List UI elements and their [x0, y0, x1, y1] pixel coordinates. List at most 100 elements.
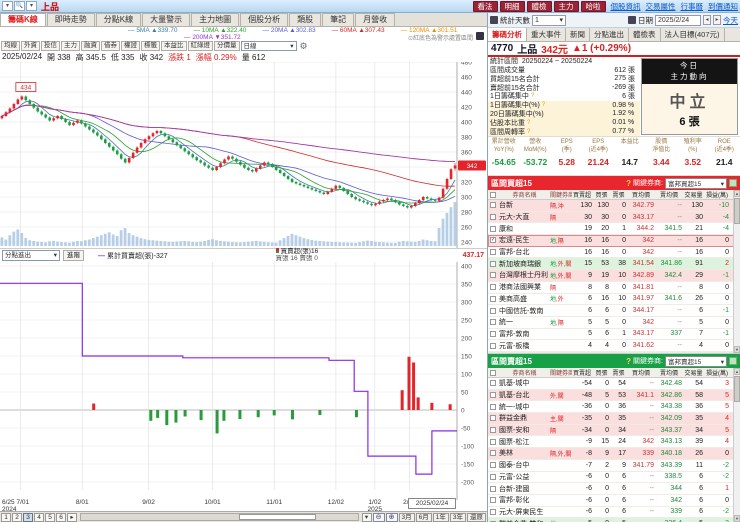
page-button-3[interactable]: 3: [23, 512, 33, 522]
row-checkbox[interactable]: [490, 485, 496, 492]
column-header-關鍵券商[interactable]: 關鍵券商: [550, 368, 572, 377]
column-header-損益(萬)[interactable]: 損益(萬): [705, 368, 731, 377]
topbar-button-明細[interactable]: 明細: [499, 0, 525, 12]
h-scrollbar-thumb[interactable]: [238, 514, 316, 520]
broker-row[interactable]: 元大-屏東民生 -6 0 6 -- 339 6 -2: [488, 506, 740, 519]
range-button-6月[interactable]: 6月: [415, 512, 432, 522]
lower-indicator-select[interactable]: 分點進出 ▾: [2, 250, 60, 261]
tab-即時走勢[interactable]: 即時走勢: [46, 13, 95, 26]
restore-button[interactable]: 還原: [467, 512, 486, 522]
row-checkbox[interactable]: [490, 330, 496, 337]
overlay-toggle-本益比[interactable]: 本益比: [161, 41, 187, 51]
zoom-out-icon[interactable]: ⊖: [372, 512, 385, 522]
broker-row[interactable]: 富邦-敦南 5 6 1 343.17 337 7 -1: [488, 328, 740, 341]
tab-筆記[interactable]: 筆記: [322, 13, 355, 26]
overlay-toggle-借券[interactable]: 借券: [101, 41, 120, 51]
next-day-button[interactable]: ▸: [713, 15, 721, 25]
column-header-關鍵券商[interactable]: 關鍵券商: [550, 190, 572, 199]
topbar-button-哈啦[interactable]: 哈啦: [580, 0, 606, 12]
broker-row[interactable]: 富邦-台北 16 16 0 342 -- 16 0: [488, 246, 740, 259]
tab-體檢表[interactable]: 體檢表: [629, 28, 661, 41]
tab-分點進出[interactable]: 分點進出: [590, 28, 629, 41]
tab-重大事件[interactable]: 重大事件: [527, 28, 566, 41]
broker-row[interactable]: 台新-建國 -6 0 6 -- 344 6 1: [488, 483, 740, 495]
broker-row[interactable]: 台新 隔,沖 130 130 0 342.79 -- 130 -10: [488, 200, 740, 212]
row-checkbox[interactable]: [490, 473, 496, 480]
row-checkbox[interactable]: [490, 295, 496, 302]
search-icon[interactable]: 🔍: [14, 1, 25, 11]
row-checkbox[interactable]: [490, 225, 496, 232]
row-checkbox[interactable]: [490, 260, 496, 267]
broker-row[interactable]: 兆豐-新竹隔440342.5--40: [488, 351, 740, 353]
topbar-link[interactable]: 行事曆: [681, 1, 704, 12]
row-checkbox[interactable]: [490, 249, 496, 256]
column-header-損益(萬)[interactable]: 損益(萬): [705, 190, 731, 199]
broker-row[interactable]: 凱基-台北 外,關 -48 5 53 341.1 342.86 58 5: [488, 389, 740, 402]
row-checkbox[interactable]: [490, 202, 496, 209]
column-header-買賣超[interactable]: 買賣超: [572, 190, 594, 199]
column-header-交易量[interactable]: 交易量: [684, 368, 705, 377]
stat-days-select[interactable]: 1 ▾: [532, 14, 566, 26]
row-checkbox[interactable]: [490, 403, 496, 410]
advanced-button[interactable]: 進階: [63, 250, 84, 261]
row-checkbox[interactable]: [490, 427, 496, 434]
broker-row[interactable]: 美林 隔,外,關 -8 9 17 339 340.18 26 0: [488, 448, 740, 460]
broker-row[interactable]: 康和 19 20 1 344.2 341.5 21 -4: [488, 223, 740, 236]
broker-row[interactable]: 元富-板橋 4 4 0 341.62 -- 4 0: [488, 340, 740, 352]
snapshot-icon[interactable]: [628, 16, 636, 24]
overlay-toggle-分價量[interactable]: 分價量: [214, 41, 240, 51]
topbar-button-看法[interactable]: 看法: [472, 0, 498, 12]
prev-day-button[interactable]: ◂: [703, 15, 711, 25]
broker-row[interactable]: 群益金鼎-雙和地-505--336.45-3: [488, 518, 740, 522]
column-header-買張[interactable]: 買張: [594, 190, 611, 199]
key-broker-select[interactable]: 富邦賣超15 ▾: [665, 355, 727, 367]
lower-chart-svg[interactable]: 400 350 300 250 200 150 100 50 0 -50 -100 -150 -200: [0, 262, 487, 500]
broker-row[interactable]: ✓ 宏遠-民生 地,隔 16 16 0 342 -- 16 0: [488, 235, 740, 247]
today-link[interactable]: 今天: [723, 15, 738, 26]
topbar-link[interactable]: 個股資訊: [611, 1, 641, 12]
row-checkbox[interactable]: [490, 415, 496, 422]
column-header-賣張[interactable]: 賣張: [611, 368, 628, 377]
range-button-1年[interactable]: 1年: [432, 512, 449, 522]
topbar-link[interactable]: 交易屬性: [646, 1, 676, 12]
row-checkbox[interactable]: [490, 307, 496, 314]
tab-主力地圖[interactable]: 主力地圖: [191, 13, 240, 26]
column-header-賣張[interactable]: 賣張: [611, 190, 628, 199]
price-chart-svg[interactable]: 4804604404204003803603403203002802602404…: [0, 62, 487, 248]
tab-法人目標(407元)[interactable]: 法人目標(407元): [661, 28, 725, 41]
column-header-買均價[interactable]: 買均價: [628, 368, 656, 377]
row-checkbox[interactable]: [490, 497, 496, 504]
help-icon[interactable]: ?: [626, 179, 631, 188]
export-icon[interactable]: [729, 357, 737, 365]
date-input[interactable]: 2025/2/24: [655, 14, 701, 26]
broker-row[interactable]: 凱基-城中 -54 0 54 -- 342.48 54 3: [488, 378, 740, 390]
overlay-toggle-標籤[interactable]: 標籤: [141, 41, 160, 51]
row-checkbox[interactable]: [490, 342, 496, 349]
row-checkbox[interactable]: [490, 214, 496, 221]
page-button-4[interactable]: 4: [34, 512, 44, 522]
broker-row[interactable]: 國票-安和隔 -34 0 34 -- 343.37 34 5: [488, 424, 740, 437]
row-checkbox[interactable]: [490, 319, 496, 326]
broker-row[interactable]: 國泰-台中 -7 2 9 341.79 343.39 11 -2: [488, 459, 740, 472]
topbar-link[interactable]: 到價通知: [708, 1, 738, 12]
overlay-toggle-均線[interactable]: 均線: [1, 41, 20, 51]
column-header-買張[interactable]: 買張: [594, 368, 611, 377]
range-button-3年[interactable]: 3年: [449, 512, 466, 522]
broker-row[interactable]: 元富-公益 -6 0 6 -- 338.5 6 -2: [488, 471, 740, 484]
column-header-券商名稱[interactable]: 券商名稱: [498, 368, 550, 377]
broker-row[interactable]: 元大-大直隔 30 30 0 343.17 -- 30 -4: [488, 211, 740, 224]
chevron-down-icon[interactable]: ▾: [2, 1, 13, 11]
range-button-3月[interactable]: 3月: [398, 512, 415, 522]
broker-row[interactable]: 中國信託-敦南 6 6 0 344.17 -- 6 -1: [488, 305, 740, 317]
row-checkbox[interactable]: [490, 284, 496, 291]
tab-類股[interactable]: 類股: [289, 13, 322, 26]
tab-月營收[interactable]: 月營收: [355, 13, 396, 26]
row-checkbox[interactable]: [490, 380, 496, 387]
chevron-down-icon[interactable]: ▾: [26, 1, 37, 11]
row-checkbox[interactable]: [490, 392, 496, 399]
tab-籌碼K線[interactable]: 籌碼K線: [0, 13, 46, 26]
column-header-買賣超[interactable]: 買賣超: [572, 368, 594, 377]
row-checkbox[interactable]: [490, 462, 496, 469]
overlay-toggle-權證[interactable]: 權證: [121, 41, 140, 51]
tab-籌碼分析[interactable]: 籌碼分析: [488, 28, 527, 41]
